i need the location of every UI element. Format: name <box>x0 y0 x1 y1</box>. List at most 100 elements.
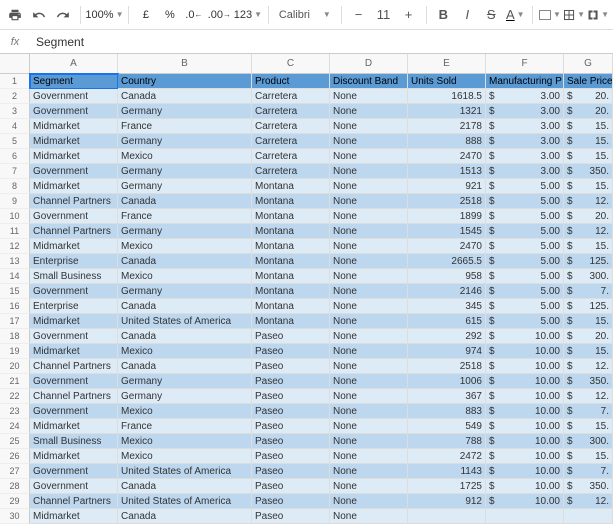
header-cell[interactable]: Manufacturing P <box>486 74 564 89</box>
cell[interactable]: $5.00 <box>486 269 564 284</box>
cell[interactable]: $10.00 <box>486 494 564 509</box>
header-cell[interactable]: Discount Band <box>330 74 408 89</box>
cell[interactable]: None <box>330 419 408 434</box>
cell[interactable]: Montana <box>252 179 330 194</box>
cell[interactable]: $10.00 <box>486 434 564 449</box>
cell[interactable]: 615 <box>408 314 486 329</box>
col-header-g[interactable]: G <box>564 54 613 74</box>
cell[interactable]: Carretera <box>252 134 330 149</box>
row-header[interactable]: 8 <box>0 179 30 194</box>
cell[interactable]: Enterprise <box>30 299 118 314</box>
undo-icon[interactable] <box>28 4 50 26</box>
cell[interactable]: None <box>330 434 408 449</box>
row-header[interactable]: 9 <box>0 194 30 209</box>
cell[interactable]: None <box>330 194 408 209</box>
cell[interactable]: $12. <box>564 224 613 239</box>
cell[interactable]: Paseo <box>252 389 330 404</box>
row-header[interactable]: 17 <box>0 314 30 329</box>
cell[interactable]: None <box>330 254 408 269</box>
cell[interactable]: Montana <box>252 224 330 239</box>
cell[interactable]: Government <box>30 374 118 389</box>
cell[interactable]: $350. <box>564 374 613 389</box>
cell[interactable] <box>408 509 486 524</box>
increase-decimal-button[interactable]: .00→ <box>207 4 232 26</box>
cell[interactable]: $20. <box>564 104 613 119</box>
cell[interactable]: Midmarket <box>30 419 118 434</box>
cell[interactable]: $10.00 <box>486 344 564 359</box>
cell[interactable]: None <box>330 149 408 164</box>
cell[interactable]: 1725 <box>408 479 486 494</box>
row-header[interactable]: 18 <box>0 329 30 344</box>
cell[interactable]: 1545 <box>408 224 486 239</box>
cell[interactable]: France <box>118 419 252 434</box>
cell[interactable]: $5.00 <box>486 239 564 254</box>
cell[interactable]: None <box>330 329 408 344</box>
cell[interactable]: 1618.5 <box>408 89 486 104</box>
row-header[interactable]: 26 <box>0 449 30 464</box>
cell[interactable]: Germany <box>118 284 252 299</box>
cell[interactable]: Germany <box>118 104 252 119</box>
row-header[interactable]: 29 <box>0 494 30 509</box>
row-header[interactable]: 12 <box>0 239 30 254</box>
cell[interactable]: Montana <box>252 254 330 269</box>
cell[interactable]: Paseo <box>252 464 330 479</box>
cell[interactable]: Enterprise <box>30 254 118 269</box>
cell[interactable]: 2146 <box>408 284 486 299</box>
cell[interactable]: 292 <box>408 329 486 344</box>
cell[interactable]: 367 <box>408 389 486 404</box>
row-header[interactable]: 30 <box>0 509 30 524</box>
cell[interactable]: Carretera <box>252 164 330 179</box>
cell[interactable]: Channel Partners <box>30 224 118 239</box>
cell[interactable]: Government <box>30 89 118 104</box>
cell[interactable]: Carretera <box>252 119 330 134</box>
cell[interactable]: $20. <box>564 209 613 224</box>
row-header[interactable]: 15 <box>0 284 30 299</box>
cell[interactable]: Government <box>30 464 118 479</box>
cell[interactable]: Mexico <box>118 239 252 254</box>
row-header[interactable]: 21 <box>0 374 30 389</box>
cell[interactable]: 921 <box>408 179 486 194</box>
cell[interactable]: Montana <box>252 209 330 224</box>
cell[interactable]: Carretera <box>252 89 330 104</box>
cell[interactable]: $5.00 <box>486 224 564 239</box>
cell[interactable]: $15. <box>564 239 613 254</box>
cell[interactable]: United States of America <box>118 494 252 509</box>
currency-button[interactable]: £ <box>135 4 157 26</box>
font-size-input[interactable]: 11 <box>372 4 396 26</box>
cell[interactable]: $10.00 <box>486 479 564 494</box>
cell[interactable]: Paseo <box>252 374 330 389</box>
row-header[interactable]: 14 <box>0 269 30 284</box>
cell[interactable]: None <box>330 404 408 419</box>
cell[interactable]: Germany <box>118 179 252 194</box>
cell[interactable]: None <box>330 134 408 149</box>
cell[interactable]: 2665.5 <box>408 254 486 269</box>
cell[interactable]: $3.00 <box>486 89 564 104</box>
header-cell[interactable]: Sale Price <box>564 74 613 89</box>
header-cell[interactable]: Country <box>118 74 252 89</box>
col-header-e[interactable]: E <box>408 54 486 74</box>
cell[interactable]: $125. <box>564 254 613 269</box>
merge-cells-button[interactable]: ▼ <box>587 4 609 26</box>
row-header[interactable]: 13 <box>0 254 30 269</box>
cell[interactable]: None <box>330 299 408 314</box>
cell[interactable]: $5.00 <box>486 179 564 194</box>
cell[interactable]: Midmarket <box>30 119 118 134</box>
cell[interactable]: $3.00 <box>486 164 564 179</box>
decrease-decimal-button[interactable]: .0← <box>183 4 205 26</box>
cell[interactable]: Government <box>30 404 118 419</box>
cell[interactable]: $15. <box>564 419 613 434</box>
cell[interactable]: $15. <box>564 119 613 134</box>
cell[interactable]: Midmarket <box>30 314 118 329</box>
cell[interactable]: Germany <box>118 164 252 179</box>
row-header[interactable]: 4 <box>0 119 30 134</box>
cell[interactable]: Channel Partners <box>30 359 118 374</box>
cell[interactable]: 1006 <box>408 374 486 389</box>
cell[interactable]: Paseo <box>252 494 330 509</box>
cell[interactable]: Mexico <box>118 344 252 359</box>
cell[interactable]: $7. <box>564 464 613 479</box>
cell[interactable]: None <box>330 494 408 509</box>
cell[interactable]: Paseo <box>252 359 330 374</box>
cell[interactable]: 1321 <box>408 104 486 119</box>
cell[interactable]: $350. <box>564 164 613 179</box>
row-header[interactable]: 23 <box>0 404 30 419</box>
